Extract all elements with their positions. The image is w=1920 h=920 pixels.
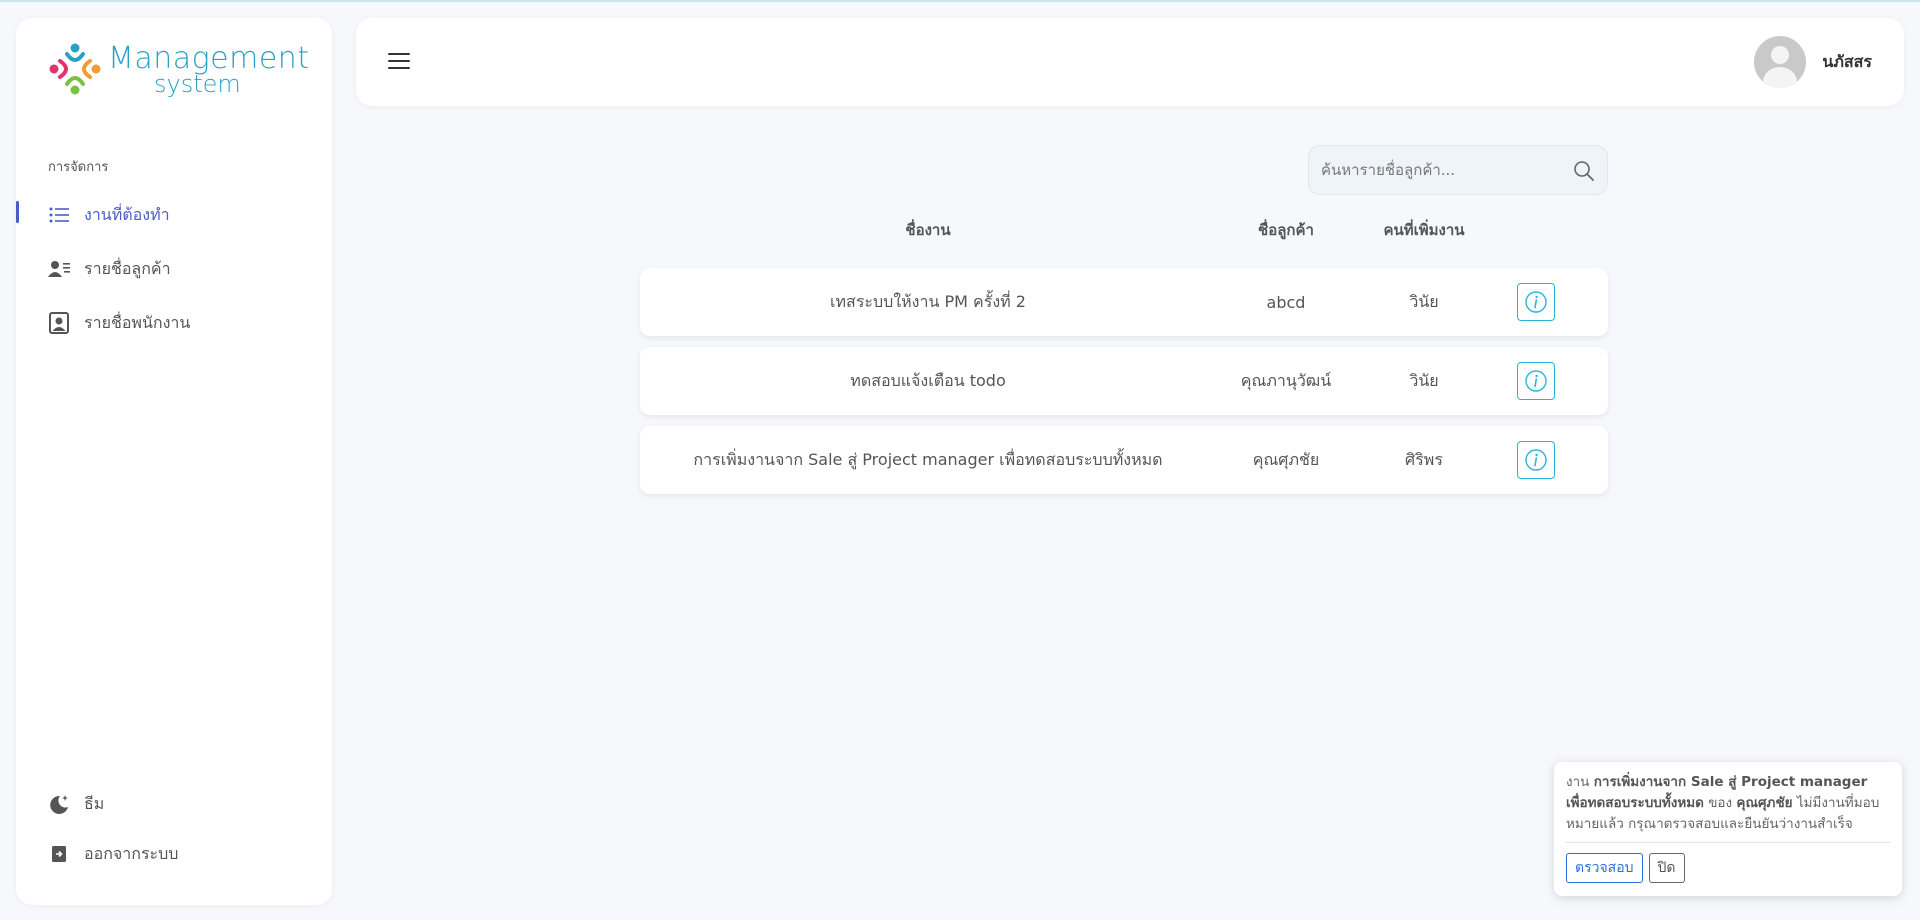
- user-menu[interactable]: นภัสสร: [1754, 36, 1872, 88]
- toast-divider: [1566, 842, 1890, 843]
- added-by-cell: ศิริพร: [1405, 449, 1443, 469]
- sidebar-item-todo[interactable]: งานที่ต้องทำ: [16, 188, 332, 242]
- info-icon: [1525, 370, 1547, 392]
- table-row: การเพิ่มงานจาก Sale สู่ Project manager …: [640, 426, 1608, 494]
- sidebar-item-label: งานที่ต้องทำ: [84, 204, 170, 224]
- task-name-cell: การเพิ่มงานจาก Sale สู่ Project manager …: [693, 449, 1163, 469]
- header-task-name: ชื่องาน: [905, 221, 951, 239]
- action-cell: [1492, 347, 1608, 415]
- avatar[interactable]: [1754, 36, 1807, 88]
- theme-label: ธีม: [84, 793, 105, 813]
- search-input[interactable]: [1309, 146, 1559, 194]
- sidebar-nav: งานที่ต้องทำ รายชื่อลูกค้า รายชื่อพนักงา…: [16, 188, 332, 350]
- employee-badge-icon: [48, 312, 70, 334]
- table-row: เทสระบบให้งาน PM ครั้งที่ 2 abcd วินัย: [640, 268, 1608, 336]
- logout-label: ออกจากระบบ: [84, 843, 179, 863]
- notification-toast: งาน การเพิ่มงานจาก Sale สู่ Project mana…: [1554, 762, 1902, 896]
- close-button[interactable]: ปิด: [1648, 853, 1685, 883]
- sidebar-item-employees[interactable]: รายชื่อพนักงาน: [16, 296, 332, 350]
- toast-actions: ตรวจสอบ ปิด: [1566, 853, 1685, 883]
- action-cell: [1492, 268, 1608, 336]
- search-icon[interactable]: [1573, 160, 1595, 182]
- info-icon: [1525, 449, 1547, 471]
- task-table-header: ชื่องาน ชื่อลูกค้า คนที่เพิ่มงาน: [640, 218, 1608, 242]
- user-list-icon: [48, 258, 70, 280]
- header-customer-name: ชื่อลูกค้า: [1258, 221, 1314, 239]
- brand-name: Management system: [108, 44, 310, 97]
- logout-icon: [48, 843, 70, 865]
- list-icon: [48, 204, 70, 226]
- brand-logo[interactable]: Management system: [46, 40, 310, 98]
- sidebar-item-customers[interactable]: รายชื่อลูกค้า: [16, 242, 332, 296]
- customer-search: [1308, 145, 1608, 195]
- logo-people-icon: [49, 43, 101, 95]
- customer-cell: abcd: [1266, 292, 1306, 312]
- sidebar-item-label: รายชื่อลูกค้า: [84, 258, 171, 278]
- added-by-cell: วินัย: [1409, 370, 1439, 390]
- theme-toggle[interactable]: ธีม: [16, 779, 332, 829]
- toast-prefix: งาน: [1566, 774, 1594, 790]
- moon-star-icon: [48, 793, 70, 815]
- task-name-cell: ทดสอบแจ้งเตือน todo: [850, 370, 1006, 390]
- info-icon: [1525, 291, 1547, 313]
- top-accent-line: [0, 0, 1920, 2]
- sidebar: Management system การจัดการ งานที่ต้องทำ: [16, 18, 332, 905]
- task-name-cell: เทสระบบให้งาน PM ครั้งที่ 2: [830, 291, 1026, 311]
- table-row: ทดสอบแจ้งเตือน todo คุณภานุวัฒน์ วินัย: [640, 347, 1608, 415]
- header-added-by: คนที่เพิ่มงาน: [1383, 221, 1465, 239]
- info-button[interactable]: [1517, 362, 1555, 400]
- action-cell: [1492, 426, 1608, 494]
- user-name: นภัสสร: [1822, 51, 1872, 71]
- check-button[interactable]: ตรวจสอบ: [1566, 853, 1643, 883]
- added-by-cell: วินัย: [1409, 291, 1439, 311]
- hamburger-icon[interactable]: [388, 48, 410, 76]
- toast-middle: ของ: [1703, 795, 1737, 811]
- sidebar-item-label: รายชื่อพนักงาน: [84, 312, 191, 332]
- customer-cell: คุณศุภชัย: [1252, 449, 1320, 469]
- info-button[interactable]: [1517, 441, 1555, 479]
- toast-message: งาน การเพิ่มงานจาก Sale สู่ Project mana…: [1566, 772, 1890, 835]
- customer-cell: คุณภานุวัฒน์: [1240, 370, 1332, 390]
- top-header: นภัสสร: [356, 18, 1904, 106]
- sidebar-section-label: การจัดการ: [48, 160, 109, 175]
- toast-customer: คุณศุภชัย: [1736, 795, 1793, 811]
- info-button[interactable]: [1517, 283, 1555, 321]
- logout-button[interactable]: ออกจากระบบ: [16, 829, 332, 879]
- sidebar-bottom: ธีม ออกจากระบบ: [16, 779, 332, 879]
